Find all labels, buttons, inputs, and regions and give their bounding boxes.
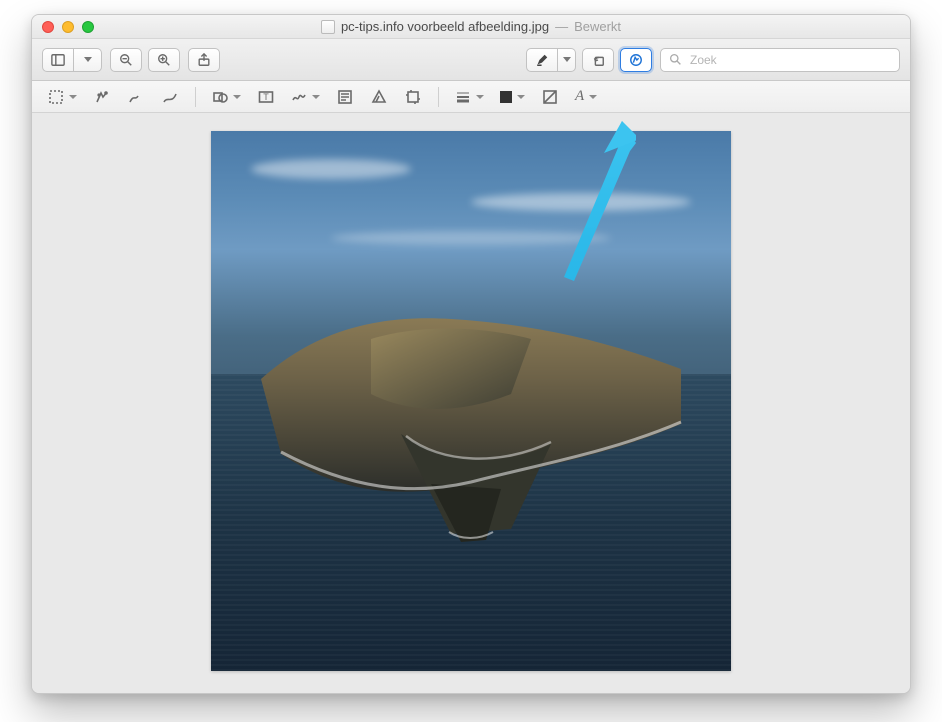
text-tool[interactable]: T (251, 85, 281, 109)
sky-cloud (251, 159, 411, 179)
close-window-button[interactable] (42, 21, 54, 33)
markup-toolbar: T A (32, 81, 910, 113)
preview-window: pc-tips.info voorbeeld afbeelding.jpg — … (31, 14, 911, 694)
fill-color-tool[interactable] (494, 85, 531, 109)
adjust-color-tool[interactable] (364, 85, 394, 109)
title-separator: — (555, 19, 568, 34)
search-input[interactable] (688, 52, 891, 68)
note-tool[interactable] (330, 85, 360, 109)
svg-text:T: T (263, 92, 269, 102)
draw-tool[interactable] (155, 85, 185, 109)
highlight-split-button (526, 48, 576, 72)
file-icon (321, 20, 335, 34)
line-style-tool[interactable] (449, 85, 490, 109)
instant-alpha-tool[interactable] (87, 85, 117, 109)
fullscreen-window-button[interactable] (82, 21, 94, 33)
sign-tool[interactable] (285, 85, 326, 109)
island (251, 284, 691, 544)
rotate-left-button[interactable] (582, 48, 614, 72)
sky-cloud (471, 193, 691, 211)
sky-cloud (331, 231, 611, 245)
search-field[interactable] (660, 48, 900, 72)
share-button[interactable] (188, 48, 220, 72)
selection-tool[interactable] (42, 85, 83, 109)
sidebar-view-menu[interactable] (74, 48, 102, 72)
zoom-out-button[interactable] (110, 48, 142, 72)
sketch-tool[interactable] (121, 85, 151, 109)
stroke-color-tool[interactable] (535, 85, 565, 109)
divider (438, 87, 439, 107)
window-title: pc-tips.info voorbeeld afbeelding.jpg — … (42, 19, 900, 34)
main-toolbar (32, 39, 910, 81)
window-filename: pc-tips.info voorbeeld afbeelding.jpg (341, 19, 549, 34)
highlight-menu[interactable] (558, 48, 576, 72)
traffic-lights (42, 21, 94, 33)
sidebar-toggle-button[interactable] (42, 48, 74, 72)
titlebar: pc-tips.info voorbeeld afbeelding.jpg — … (32, 15, 910, 39)
crop-size-tool[interactable] (398, 85, 428, 109)
image-content (211, 131, 731, 671)
image-canvas[interactable] (32, 113, 910, 693)
zoom-in-button[interactable] (148, 48, 180, 72)
highlight-button[interactable] (526, 48, 558, 72)
search-icon (669, 53, 682, 66)
text-style-tool[interactable]: A (569, 85, 603, 109)
fill-color-swatch (500, 91, 512, 103)
sidebar-view-segmented (42, 48, 102, 72)
window-status: Bewerkt (574, 19, 621, 34)
text-style-icon: A (575, 88, 584, 105)
shapes-tool[interactable] (206, 85, 247, 109)
divider (195, 87, 196, 107)
minimize-window-button[interactable] (62, 21, 74, 33)
markup-toolbar-toggle[interactable] (620, 48, 652, 72)
